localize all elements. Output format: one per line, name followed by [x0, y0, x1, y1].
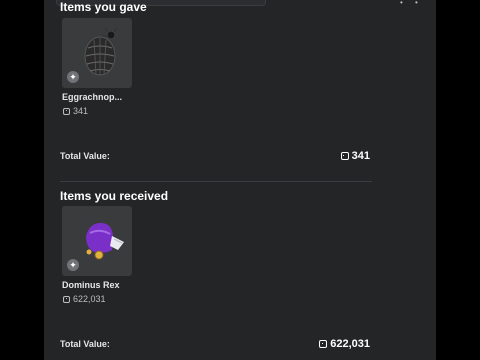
total-value-amount: 622,031	[330, 338, 370, 350]
section-title-gave: Items you gave	[60, 0, 147, 14]
section-divider	[60, 181, 372, 182]
item-name[interactable]: Eggrachnop...	[62, 92, 122, 102]
item-price: 341	[63, 106, 88, 116]
total-value-amount: 341	[351, 150, 370, 162]
limited-badge-icon: ✦	[67, 259, 79, 271]
item-name[interactable]: Dominus Rex	[62, 280, 120, 290]
trade-details-panel: • • Items you gave ✦ Eggrachnop... 341 T…	[44, 0, 436, 360]
item-tile-received[interactable]: ✦	[62, 206, 132, 276]
robux-icon	[319, 340, 328, 348]
robux-icon	[340, 152, 349, 160]
total-value-gave: 341	[340, 150, 370, 162]
total-value-label-received: Total Value:	[60, 339, 110, 349]
robux-icon	[63, 107, 70, 115]
more-options-icon[interactable]: • •	[400, 0, 423, 7]
robux-icon	[63, 295, 70, 303]
item-price-value: 622,031	[73, 294, 106, 304]
item-tile-gave[interactable]: ✦	[62, 18, 132, 88]
limited-badge-icon: ✦	[67, 71, 79, 83]
item-price-value: 341	[73, 106, 89, 116]
total-value-label-gave: Total Value:	[60, 151, 110, 161]
section-title-received: Items you received	[60, 189, 169, 203]
total-value-received: 622,031	[319, 338, 370, 350]
item-price: 622,031	[63, 294, 106, 304]
